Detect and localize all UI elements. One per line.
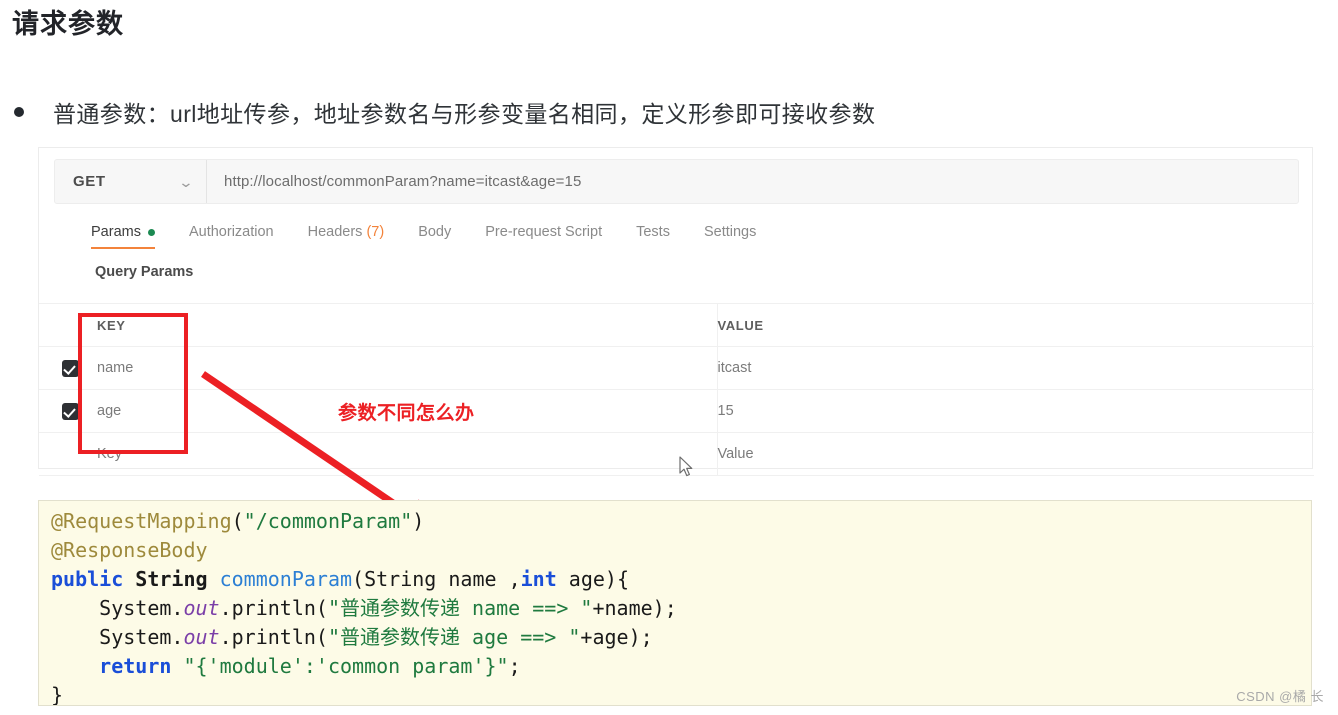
tab-headers[interactable]: Headers (7) xyxy=(308,224,385,249)
params-modified-dot-icon xyxy=(147,228,155,236)
table-row-empty[interactable]: Key Value xyxy=(39,432,1314,476)
code-line: @RequestMapping("/commonParam") xyxy=(51,507,1311,536)
code-token: public xyxy=(51,567,124,591)
request-tabs: Params Authorization Headers (7) Body Pr… xyxy=(91,224,790,249)
row-value[interactable]: itcast xyxy=(717,346,1314,390)
code-token: ( xyxy=(231,509,244,533)
tab-authorization-label: Authorization xyxy=(188,224,274,240)
tab-settings[interactable]: Settings xyxy=(704,224,756,249)
watermark: CSDN @橘 长 xyxy=(1236,689,1324,704)
code-line: return "{'module':'common param'}"; xyxy=(51,652,1311,681)
code-token: ; xyxy=(508,654,521,678)
header-key: KEY xyxy=(97,303,717,347)
code-token: "{'module':'common param'}" xyxy=(183,654,509,678)
code-token: (String name , xyxy=(352,567,521,591)
tab-tests[interactable]: Tests xyxy=(636,224,670,249)
url-bar: GET ⌄ http://localhost/commonParam?name=… xyxy=(54,159,1299,204)
mouse-cursor-icon xyxy=(679,456,693,477)
http-method-select[interactable]: GET ⌄ xyxy=(55,160,207,203)
code-token: .println( xyxy=(219,625,328,649)
tab-headers-label: Headers xyxy=(307,224,363,240)
code-token: ) xyxy=(412,509,425,533)
query-params-table: KEY VALUE name itcast age 15 Key Value xyxy=(39,303,1314,476)
code-line: public String commonParam(String name ,i… xyxy=(51,565,1311,594)
code-token: "普通参数传递 name ==> " xyxy=(327,596,593,620)
bullet-text: 普通参数：url地址传参，地址参数名与形参变量名相同，定义形参即可接收参数 xyxy=(53,101,876,127)
tab-tests-label: Tests xyxy=(636,224,670,240)
tab-pre-request-script-label: Pre-request Script xyxy=(485,224,603,240)
tab-body[interactable]: Body xyxy=(418,224,451,249)
code-line: System.out.println("普通参数传递 name ==> "+na… xyxy=(51,594,1311,623)
code-token: return xyxy=(99,654,172,678)
code-line: @ResponseBody xyxy=(51,536,1311,565)
code-line: System.out.println("普通参数传递 age ==> "+age… xyxy=(51,623,1311,652)
tab-settings-label: Settings xyxy=(703,224,757,240)
row-key-placeholder[interactable]: Key xyxy=(97,432,717,476)
code-token: age){ xyxy=(556,567,629,591)
code-token: } xyxy=(51,683,64,706)
checkbox-checked-icon[interactable] xyxy=(62,402,79,420)
bullet-dot-icon xyxy=(14,107,24,117)
tab-params[interactable]: Params xyxy=(91,224,155,249)
chevron-down-icon: ⌄ xyxy=(178,173,195,190)
code-token: "普通参数传递 age ==> " xyxy=(327,625,581,649)
tab-params-label: Params xyxy=(91,224,141,240)
row-checkbox-cell[interactable] xyxy=(39,346,97,390)
code-token: String xyxy=(135,567,208,591)
page-title: 请求参数 xyxy=(12,9,124,39)
table-row[interactable]: name itcast xyxy=(39,346,1314,390)
http-method-label: GET xyxy=(73,173,106,190)
code-token: @ResponseBody xyxy=(51,538,208,562)
code-token: commonParam xyxy=(219,567,353,591)
row-checkbox-cell[interactable] xyxy=(39,389,97,433)
annotation-note: 参数不同怎么办 xyxy=(338,403,475,424)
query-params-heading: Query Params xyxy=(95,264,194,280)
postman-request-panel: GET ⌄ http://localhost/commonParam?name=… xyxy=(38,147,1314,476)
url-input[interactable]: http://localhost/commonParam?name=itcast… xyxy=(207,173,581,190)
row-value-placeholder[interactable]: Value xyxy=(717,432,1314,476)
checkbox-checked-icon[interactable] xyxy=(62,359,79,377)
code-token: out xyxy=(183,596,220,620)
tab-headers-count: (7) xyxy=(366,224,385,240)
code-token: +name); xyxy=(592,596,677,620)
code-token: @RequestMapping xyxy=(51,509,232,533)
code-token: +age); xyxy=(580,625,653,649)
tab-body-label: Body xyxy=(418,224,452,240)
java-code-block: @RequestMapping("/commonParam") @Response… xyxy=(38,500,1312,706)
row-value[interactable]: 15 xyxy=(717,389,1314,433)
table-row[interactable]: age 15 xyxy=(39,389,1314,433)
code-token: int xyxy=(520,567,557,591)
code-token: .println( xyxy=(219,596,328,620)
tab-authorization[interactable]: Authorization xyxy=(189,224,274,249)
bullet-item: 普通参数：url地址传参，地址参数名与形参变量名相同，定义形参即可接收参数 xyxy=(14,95,875,129)
code-token: System. xyxy=(51,596,184,620)
header-checkbox-cell xyxy=(39,303,97,347)
code-token: "/commonParam" xyxy=(243,509,413,533)
row-checkbox-cell[interactable] xyxy=(39,432,97,476)
header-value: VALUE xyxy=(717,303,1314,347)
tab-pre-request-script[interactable]: Pre-request Script xyxy=(485,224,602,249)
table-header-row: KEY VALUE xyxy=(39,303,1314,347)
code-token: out xyxy=(183,625,220,649)
row-key[interactable]: name xyxy=(97,346,717,390)
code-line: } xyxy=(51,681,1311,706)
code-token: System. xyxy=(51,625,184,649)
